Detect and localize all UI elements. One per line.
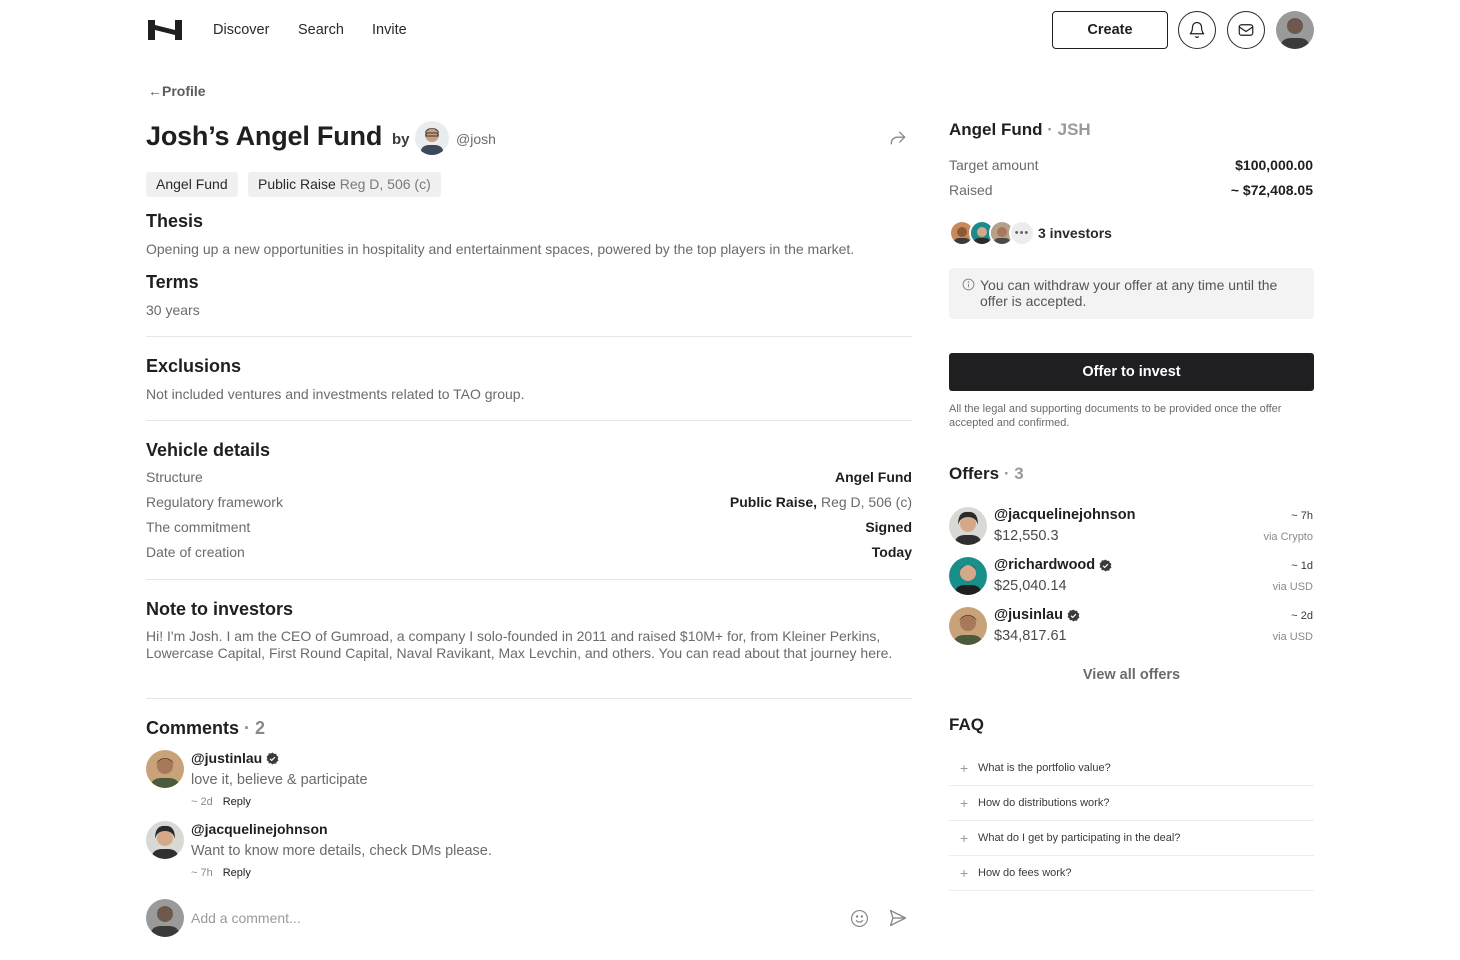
- offer-time: ~ 1d: [1291, 560, 1313, 572]
- nav-invite-link[interactable]: Invite: [372, 22, 407, 38]
- offer-payment-method: via USD: [1272, 631, 1313, 643]
- bell-icon: [1189, 21, 1205, 39]
- vehicle-date-row: Date of creation Today: [146, 544, 912, 560]
- comment-input[interactable]: [191, 907, 831, 929]
- owner-handle-link[interactable]: @josh: [456, 131, 496, 147]
- comments-heading: Comments · 2: [146, 718, 266, 738]
- reply-button[interactable]: Reply: [223, 867, 251, 879]
- terms-heading: Terms: [146, 272, 199, 292]
- verified-badge-icon: [1067, 609, 1080, 621]
- offer-payment-method: via USD: [1272, 581, 1313, 593]
- arrow-left-icon: ←: [148, 83, 162, 99]
- vehicle-commitment-row: The commitment Signed: [146, 519, 912, 535]
- plus-icon: +: [960, 830, 969, 846]
- offer-item[interactable]: @richardwood $25,040.14 ~ 1d via USD: [949, 557, 1313, 597]
- offer-amount: $25,040.14: [994, 578, 1067, 594]
- vehicle-details-heading: Vehicle details: [146, 440, 271, 460]
- verified-badge-icon: [266, 752, 279, 764]
- top-nav: Discover Search Invite Create: [0, 0, 1460, 62]
- summary-title: Angel Fund · JSH: [949, 120, 1091, 139]
- nav-search-link[interactable]: Search: [298, 22, 344, 38]
- offer-amount: $34,817.61: [994, 628, 1067, 644]
- commenter-avatar[interactable]: [146, 821, 184, 859]
- comment-item: @justinlau love it, believe & participat…: [146, 750, 846, 812]
- back-to-profile-link[interactable]: ←Profile: [148, 83, 206, 99]
- offer-username: @richardwood: [994, 557, 1112, 573]
- owner-avatar[interactable]: [415, 121, 449, 155]
- current-user-avatar: [146, 899, 184, 937]
- reply-button[interactable]: Reply: [223, 796, 251, 808]
- messages-button[interactable]: [1227, 11, 1265, 49]
- create-button[interactable]: Create: [1052, 11, 1168, 49]
- plus-icon: +: [960, 865, 969, 881]
- divider: [146, 698, 912, 699]
- page-title: Josh’s Angel Fund: [146, 121, 383, 151]
- divider: [146, 336, 912, 337]
- comment-text: love it, believe & participate: [191, 772, 368, 788]
- user-avatar[interactable]: [1276, 11, 1314, 49]
- note-text: Hi! I'm Josh. I am the CEO of Gumroad, a…: [146, 628, 893, 661]
- withdraw-notice: You can withdraw your offer at any time …: [949, 268, 1314, 319]
- faq-item[interactable]: + How do fees work?: [949, 857, 1314, 891]
- commenter-username[interactable]: @jacquelinejohnson: [191, 821, 328, 837]
- vehicle-regulatory-row: Regulatory framework Public Raise, Reg D…: [146, 494, 912, 510]
- offer-user-avatar: [949, 607, 987, 645]
- offer-user-avatar: [949, 557, 987, 595]
- exclusions-heading: Exclusions: [146, 356, 242, 376]
- divider: [146, 579, 912, 580]
- investors-count[interactable]: 3 investors: [1038, 225, 1112, 241]
- plus-icon: +: [960, 760, 969, 776]
- offer-amount: $12,550.3: [994, 528, 1059, 544]
- offer-item[interactable]: @jusinlau $34,817.61 ~ 2d via USD: [949, 607, 1313, 647]
- raise-type-chip: Public Raise Reg D, 506 (c): [248, 172, 441, 197]
- comment-meta: ~ 7h Reply: [191, 867, 251, 879]
- offer-user-avatar: [949, 507, 987, 545]
- notifications-button[interactable]: [1178, 11, 1216, 49]
- offer-item[interactable]: @jacquelinejohnson $12,550.3 ~ 7h via Cr…: [949, 507, 1313, 547]
- send-icon[interactable]: [888, 908, 908, 928]
- by-label: by: [392, 131, 410, 148]
- exclusions-text: Not included ventures and investments re…: [146, 386, 525, 402]
- investor-avatars[interactable]: •••: [949, 220, 1035, 246]
- offer-time: ~ 7h: [1291, 510, 1313, 522]
- view-all-offers-link[interactable]: View all offers: [949, 667, 1314, 683]
- legal-note: All the legal and supporting documents t…: [949, 403, 1282, 429]
- logo-icon[interactable]: [148, 20, 182, 40]
- more-investors-icon: •••: [1009, 220, 1035, 246]
- commenter-username[interactable]: @justinlau: [191, 750, 279, 766]
- emoji-icon[interactable]: [850, 909, 869, 928]
- terms-text: 30 years: [146, 302, 200, 318]
- faq-item[interactable]: + What is the portfolio value?: [949, 752, 1314, 786]
- share-icon[interactable]: [888, 128, 908, 153]
- nav-discover-link[interactable]: Discover: [213, 22, 269, 38]
- fund-type-chip: Angel Fund: [146, 172, 238, 197]
- verified-badge-icon: [1099, 559, 1112, 571]
- offer-time: ~ 2d: [1291, 610, 1313, 622]
- thesis-text: Opening up a new opportunities in hospit…: [146, 241, 855, 257]
- comment-item: @jacquelinejohnson Want to know more det…: [146, 821, 846, 883]
- thesis-heading: Thesis: [146, 211, 204, 231]
- faq-item[interactable]: + How do distributions work?: [949, 787, 1314, 821]
- comment-text: Want to know more details, check DMs ple…: [191, 843, 492, 859]
- offer-to-invest-button[interactable]: Offer to invest: [949, 353, 1314, 391]
- faq-heading: FAQ: [949, 715, 984, 734]
- offer-username: @jacquelinejohnson: [994, 507, 1136, 523]
- vehicle-structure-row: Structure Angel Fund: [146, 469, 912, 485]
- info-icon: [962, 278, 975, 291]
- divider: [146, 420, 912, 421]
- comment-meta: ~ 2d Reply: [191, 796, 251, 808]
- offers-heading: Offers · 3: [949, 464, 1024, 483]
- note-heading: Note to investors: [146, 599, 294, 619]
- faq-item[interactable]: + What do I get by participating in the …: [949, 822, 1314, 856]
- plus-icon: +: [960, 795, 969, 811]
- commenter-avatar[interactable]: [146, 750, 184, 788]
- offer-username: @jusinlau: [994, 607, 1080, 623]
- offer-payment-method: via Crypto: [1263, 531, 1313, 543]
- mail-icon: [1238, 24, 1254, 36]
- add-comment-bar: [146, 899, 912, 937]
